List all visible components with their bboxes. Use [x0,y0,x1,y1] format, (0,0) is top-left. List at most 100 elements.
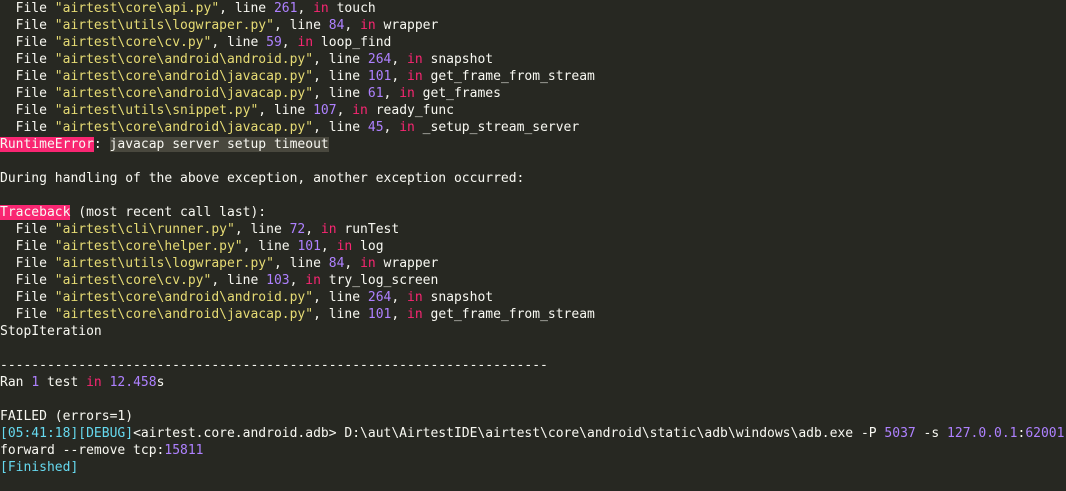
console-segment: snapshot [422,290,494,305]
console-segment: , line [313,69,368,84]
console-line: File "airtest\core\helper.py", line 101,… [0,238,1066,255]
console-segment: "airtest\core\cv.py" [54,273,212,288]
console-segment: StopIteration [0,324,102,339]
console-segment: Ran [0,375,32,390]
console-segment: javacap server setup timeout [109,137,329,152]
console-segment: File [0,290,55,305]
console-segment: , line [313,120,368,135]
console-line: File "airtest\core\android\javacap.py", … [0,119,1066,136]
console-segment: "airtest\utils\logwraper.py" [54,256,274,271]
console-segment: test [39,375,87,390]
console-segment: "airtest\core\android\android.py" [54,290,314,305]
console-line: File "airtest\utils\logwraper.py", line … [0,255,1066,272]
console-segment: , line [313,86,368,101]
console-segment: , line [234,222,290,237]
console-segment: 61 [367,86,384,101]
console-segment: "airtest\core\android\javacap.py" [54,86,314,101]
console-segment: wrapper [375,18,439,33]
console-line: Ran 1 test in 12.458s [0,374,1066,391]
console-segment: 1 [31,375,40,390]
console-segment: 264 [367,290,392,305]
console-segment: File [0,69,55,84]
console-segment: , [289,273,306,288]
console-segment: (most recent call last): [70,205,267,220]
console-segment: , [336,103,353,118]
console-segment: 107 [313,103,337,118]
console-segment: , [320,239,337,254]
console-segment: get_frames [414,86,501,101]
console-segment: 72 [289,222,306,237]
console-segment: get_frame_from_stream [422,307,595,322]
console-line: FAILED (errors=1) [0,408,1066,425]
console-line: File "airtest\core\cv.py", line 59, in l… [0,34,1066,51]
console-segment: in [360,256,376,271]
console-segment [102,375,110,390]
console-segment: in [352,103,368,118]
console-segment: "airtest\core\android\android.py" [54,52,314,67]
console-segment: 101 [367,307,392,322]
console-segment: loop_find [313,35,392,50]
console-line: forward --remove tcp:15811 [0,442,1066,459]
console-segment: "airtest\utils\snippet.py" [54,103,259,118]
console-segment: "airtest\core\android\javacap.py" [54,307,314,322]
console-segment: in [336,239,353,254]
console-segment: wrapper [375,256,439,271]
console-segment: File [0,256,55,271]
console-segment: , [344,256,361,271]
console-segment: RuntimeError [0,137,94,152]
console-segment: "airtest\core\helper.py" [54,239,243,254]
console-line: File "airtest\utils\logwraper.py", line … [0,17,1066,34]
console-segment: log [352,239,384,254]
console-segment: File [0,52,55,67]
console-segment: [05:41:18][DEBUG] [0,426,134,441]
console-segment: , [391,52,408,67]
console-segment: , [305,222,321,237]
console-segment: <airtest.core.android.adb> D:\aut\Airtes… [133,426,885,441]
console-segment: , [391,307,408,322]
console-segment: _setup_stream_server [414,120,580,135]
console-segment: 101 [367,69,392,84]
console-line: File "airtest\utils\snippet.py", line 10… [0,102,1066,119]
console-segment: 84 [328,18,345,33]
console-segment: : [93,137,110,152]
console-segment: "airtest\core\android\javacap.py" [54,69,314,84]
console-segment: "airtest\cli\runner.py" [54,222,235,237]
console-segment: , line [313,307,368,322]
console-segment: in [86,375,102,390]
console-line: File "airtest\cli\runner.py", line 72, i… [0,221,1066,238]
console-segment: "airtest\core\cv.py" [54,35,212,50]
console-line: [05:41:18][DEBUG]<airtest.core.android.a… [0,425,1066,442]
console-segment: snapshot [422,52,494,67]
console-line: File "airtest\core\api.py", line 261, in… [0,0,1066,17]
console-segment: , [297,1,314,16]
console-segment: File [0,273,55,288]
console-segment: 12.458 [109,375,157,390]
console-segment: 5037 [884,426,916,441]
console-segment: File [0,239,55,254]
console-segment: 264 [367,52,392,67]
console-segment: runTest [336,222,400,237]
console-line: File "airtest\core\android\javacap.py", … [0,306,1066,323]
console-segment: , [383,120,400,135]
console-line: RuntimeError: javacap server setup timeo… [0,136,1066,153]
console-segment: "airtest\utils\logwraper.py" [54,18,274,33]
console-segment: touch [328,1,376,16]
console-segment: s [156,375,165,390]
console-segment: File [0,35,55,50]
console-segment: in [407,290,423,305]
console-segment: , line [258,103,314,118]
console-segment: "airtest\core\api.py" [54,1,220,16]
console-segment: ready_func [367,103,454,118]
console-segment: 62001 [1025,426,1065,441]
console-segment: 261 [273,1,298,16]
console-segment: in [407,52,423,67]
console-segment: , [281,35,298,50]
console-segment: , [344,18,361,33]
console-segment: 103 [266,273,290,288]
console-segment: get_frame_from_stream [422,69,595,84]
console-segment: File [0,18,55,33]
console-segment: File [0,120,55,135]
console-output: File "airtest\core\api.py" , line 261, in… [0,0,1066,491]
